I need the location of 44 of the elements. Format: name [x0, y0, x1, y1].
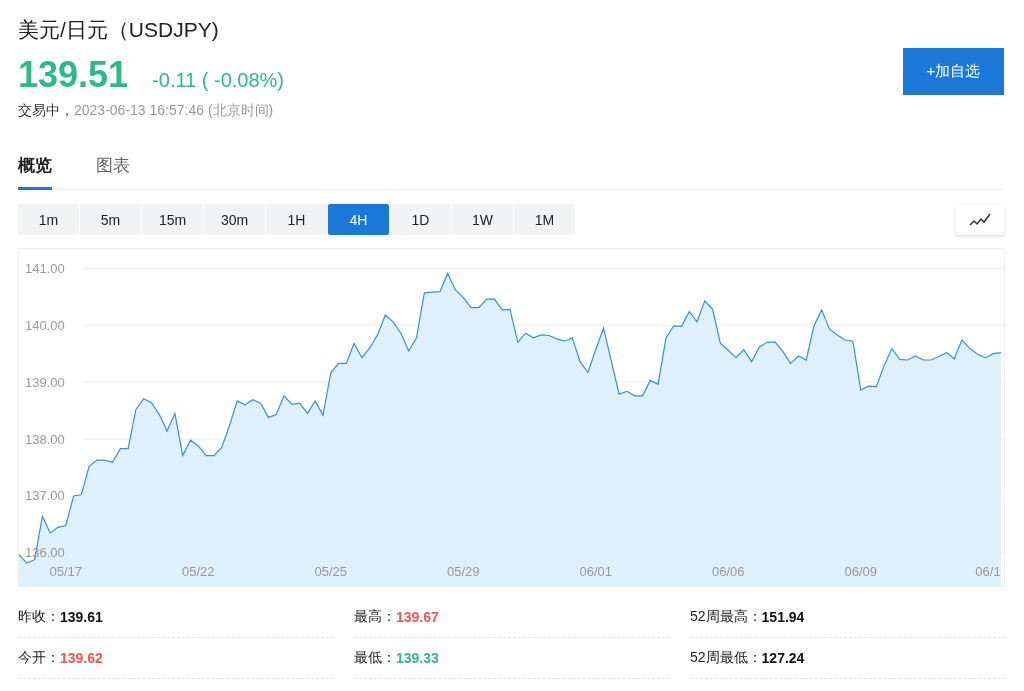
period-button[interactable]: 4H — [328, 204, 389, 235]
axis-label: 05/25 — [314, 564, 347, 579]
axis-label: 05/29 — [446, 564, 480, 579]
period-button[interactable]: 1M — [514, 204, 575, 235]
stat-value: 139.62 — [60, 650, 103, 666]
timestamp: 2023-06-13 16:57:46 (北京时间) — [74, 102, 274, 120]
axis-label: 140.00 — [25, 317, 65, 333]
stat-label: 52周最低： — [690, 649, 762, 667]
stat-value: 151.94 — [761, 609, 805, 625]
period-button[interactable]: 1m — [18, 204, 79, 235]
period-button[interactable]: 1H — [266, 204, 327, 235]
period-button[interactable]: 1D — [390, 204, 451, 235]
axis-label: 06/06 — [711, 564, 745, 579]
period-button[interactable]: 5m — [80, 204, 141, 235]
tab[interactable]: 概览 — [18, 150, 52, 190]
price-change: -0.11 ( -0.08%) — [152, 69, 284, 92]
stat-label: 昨收： — [18, 608, 60, 626]
stat-value: 127.24 — [761, 650, 805, 666]
page-title: 美元/日元（USDJPY) — [18, 17, 220, 43]
line-chart-icon — [969, 212, 991, 227]
stat-value: 139.33 — [396, 650, 439, 666]
chart-type-button[interactable] — [956, 204, 1004, 235]
axis-label: 06/1 — [975, 564, 1001, 579]
stat-label: 今开： — [18, 649, 60, 667]
period-button[interactable]: 1W — [452, 204, 513, 235]
add-watchlist-button[interactable]: +加自选 — [903, 48, 1004, 95]
axis-label: 139.00 — [25, 374, 65, 390]
axis-label: 05/17 — [49, 564, 83, 579]
axis-label: 141.00 — [25, 260, 65, 276]
axis-label: 138.00 — [25, 431, 65, 447]
stat-label: 52周最高： — [690, 608, 762, 626]
tab[interactable]: 图表 — [96, 150, 130, 190]
axis-label: 137.00 — [25, 488, 65, 504]
trading-status: 交易中， — [18, 102, 74, 120]
stat-label: 最高： — [354, 608, 396, 626]
stat-value: 139.61 — [60, 609, 103, 625]
axis-label: 05/22 — [182, 564, 215, 579]
axis-label: 06/01 — [579, 564, 612, 579]
price: 139.51 — [18, 54, 129, 96]
stat-value: 139.67 — [396, 609, 439, 625]
period-button[interactable]: 15m — [142, 204, 203, 235]
stat-label: 最低： — [354, 649, 396, 667]
period-button[interactable]: 30m — [204, 204, 265, 235]
axis-label: 06/09 — [844, 564, 877, 579]
